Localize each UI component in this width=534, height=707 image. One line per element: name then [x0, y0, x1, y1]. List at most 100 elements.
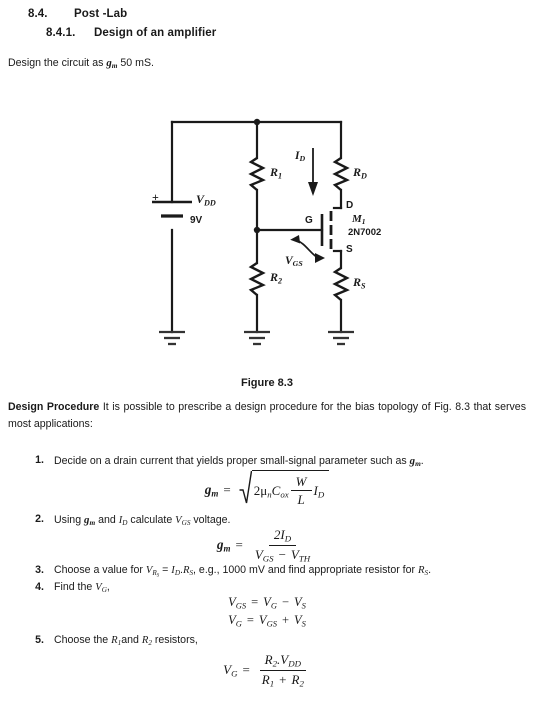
- ground-symbol-middle: [244, 330, 270, 346]
- eq3-l1-b: VG: [263, 595, 277, 611]
- label-vgs: VGS: [285, 255, 303, 268]
- resistor-rs-zigzag: [332, 267, 350, 301]
- eq1-square-root: 2 μn Cox W L ID: [239, 470, 330, 511]
- eq3-l1-c: VS: [294, 595, 306, 611]
- label-rd-sub: D: [361, 171, 367, 181]
- step-5-number: 5.: [35, 634, 44, 646]
- intro-paragraph: Design the circuit as gm 50 mS.: [8, 57, 154, 70]
- label-m1-base: M: [352, 213, 362, 225]
- label-r2: R2: [270, 270, 282, 285]
- ground-symbol-left: [159, 330, 185, 346]
- gm-symbol: gm: [409, 455, 421, 469]
- id-symbol: ID: [171, 565, 181, 578]
- design-procedure-lead: Design Procedure: [8, 401, 100, 413]
- label-id: ID: [295, 150, 305, 163]
- label-rs-sub: S: [361, 281, 366, 291]
- label-vdd: VDD: [196, 192, 216, 207]
- junction-dot-gate-node: [253, 226, 261, 234]
- eq3-l1-a: VGS: [228, 595, 247, 611]
- eq1-cox: Cox: [271, 482, 289, 500]
- label-part-number: 2N7002: [348, 227, 382, 238]
- equation-vgs-vg: VGS = VG − VS VG = VGS + VS: [0, 594, 534, 630]
- intro-text-before: Design the circuit as: [8, 57, 107, 69]
- radical-glyph: [239, 470, 252, 511]
- label-rs-base: R: [353, 275, 362, 289]
- label-vdd-sub: DD: [204, 198, 216, 208]
- eq3-l2-equals: =: [246, 612, 254, 627]
- eq4-lhs: VG: [223, 662, 238, 679]
- label-vdd-base: V: [196, 192, 205, 206]
- resistor-rd-zigzag: [332, 157, 350, 191]
- eq1-equals: =: [223, 482, 231, 498]
- subsection-number: 8.4.1.: [46, 27, 76, 39]
- eq1-radicand: 2 μn Cox W L ID: [251, 470, 330, 511]
- eq1-mu: μn: [260, 482, 272, 500]
- design-procedure-paragraph: Design Procedure It is possible to presc…: [8, 399, 526, 433]
- vgs-arrowhead-left: [290, 235, 301, 244]
- section-title: Post -Lab: [74, 8, 128, 20]
- eq2-lhs: gm: [216, 537, 231, 554]
- eq4-numerator: R2.VDD: [259, 652, 307, 671]
- vg-symbol: VG: [95, 582, 107, 595]
- vgs-arrowhead-right: [315, 253, 325, 263]
- label-vgs-base: V: [285, 255, 293, 267]
- procedure-step-1: 1. Decide on a drain current that yields…: [22, 453, 522, 470]
- label-r2-base: R: [270, 270, 279, 284]
- eq1-lhs: gm: [204, 482, 219, 499]
- eq2-denominator: VGS − VTH: [254, 546, 311, 564]
- eq3-l1-equals: =: [251, 595, 259, 609]
- section-heading: 8.4. Post -Lab: [28, 8, 127, 20]
- eq1-id: ID: [313, 482, 325, 500]
- eq3-l1-op: −: [281, 595, 290, 609]
- current-arrow-id: [308, 148, 318, 196]
- label-r1-sub: 1: [278, 171, 283, 181]
- step-3-text: Choose a value for VRS = ID.RS, e.g., 10…: [54, 564, 432, 579]
- vrs-symbol: VRS: [145, 565, 160, 579]
- section-number: 8.4.: [28, 8, 48, 20]
- eq4-equals: =: [242, 662, 250, 678]
- resistor-r1-zigzag: [248, 157, 266, 191]
- step-2-number: 2.: [35, 513, 44, 525]
- figure-caption: Figure 8.3: [241, 377, 293, 389]
- circuit-diagram-figure-8-3: + VDD 9V R1 R2 RD RS ID VGS G D S M1 2N7…: [0, 108, 534, 366]
- step-1-text: Decide on a drain current that yields pr…: [54, 455, 424, 469]
- eq3-l2-op: +: [281, 612, 290, 627]
- eq2-numerator: 2ID: [268, 527, 297, 546]
- circuit-schematic-svg: [152, 118, 354, 346]
- equation-gm-sqrt: gm = 2 μn Cox W L ID: [0, 470, 534, 511]
- step-1-number: 1.: [35, 454, 44, 466]
- r1-symbol: R1: [111, 635, 122, 648]
- procedure-step-3: 3. Choose a value for VRS = ID.RS, e.g.,…: [22, 563, 527, 580]
- eq3-line-1: VGS = VG − VS: [0, 594, 534, 612]
- label-r1-base: R: [270, 165, 279, 179]
- label-drain-terminal: D: [346, 200, 354, 211]
- label-r2-sub: 2: [278, 276, 283, 286]
- eq1-l: L: [297, 492, 305, 508]
- label-id-sub: D: [299, 154, 306, 164]
- eq4-fraction: R2.VDD R1 + R2: [257, 652, 309, 689]
- junction-dot-top: [253, 118, 261, 126]
- label-vdd-value: 9V: [190, 215, 203, 226]
- label-gate-terminal: G: [305, 215, 313, 226]
- label-r1: R1: [270, 165, 282, 180]
- equation-gm-fraction: gm = 2ID VGS − VTH: [0, 527, 534, 564]
- intro-text-after: 50 mS.: [117, 57, 154, 69]
- vgs-symbol: VGS: [175, 515, 191, 528]
- r2-symbol: R2: [141, 635, 152, 648]
- gm-symbol: gm: [106, 57, 117, 70]
- label-rd: RD: [353, 165, 367, 180]
- eq3-line-2: VG = VGS + VS: [0, 612, 534, 630]
- eq3-l2-a: VG: [228, 612, 242, 629]
- eq1-w: W: [290, 474, 312, 492]
- label-m1: M1: [352, 213, 366, 226]
- label-rd-base: R: [353, 165, 362, 179]
- subsection-heading: 8.4.1. Design of an amplifier: [46, 27, 216, 39]
- label-rs: RS: [353, 275, 366, 290]
- procedure-step-5: 5. Choose the R1and R2 resistors,: [22, 633, 522, 649]
- eq3-l2-c: VS: [294, 612, 306, 629]
- mosfet-symbol-m1: [320, 211, 333, 249]
- document-page: 8.4. Post -Lab 8.4.1. Design of an amplifi…: [0, 0, 534, 707]
- step-5-text: Choose the R1and R2 resistors,: [54, 634, 198, 648]
- eq1-w-over-l: WL: [290, 474, 312, 508]
- label-source-terminal: S: [346, 244, 353, 255]
